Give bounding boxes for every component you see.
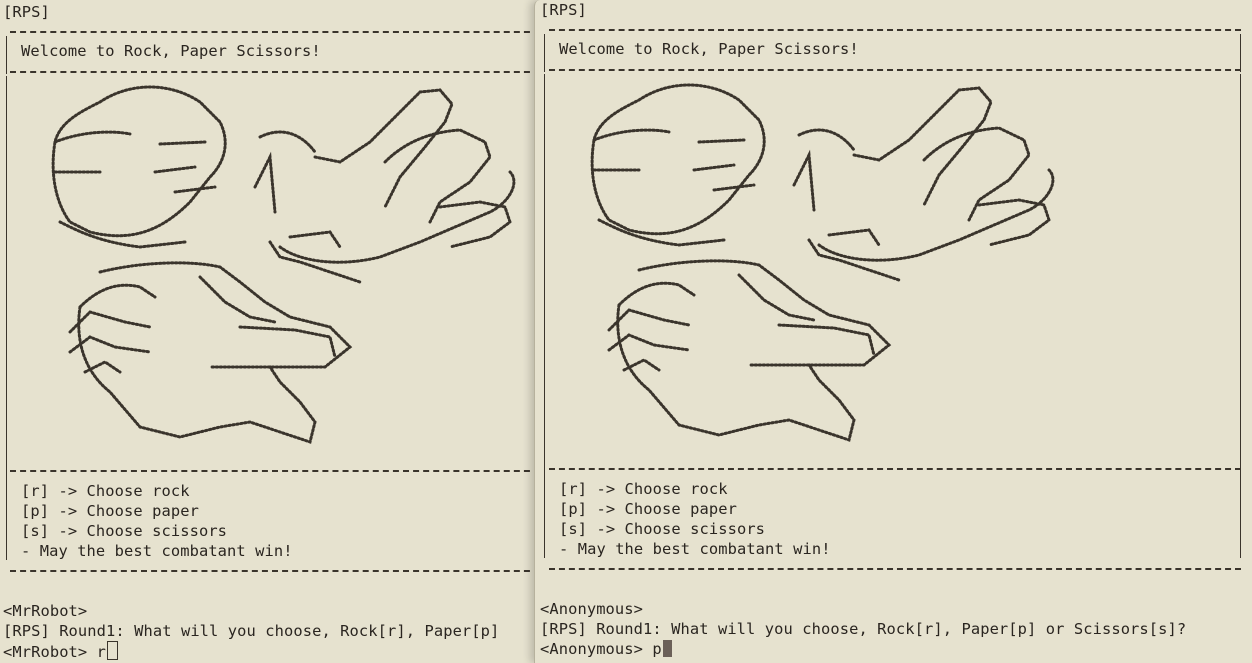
rock-paper-scissors-hand-art: [590, 83, 1055, 442]
box-left-border: [544, 34, 545, 72]
box-divider: [10, 71, 540, 73]
player-tag: <MrRobot>: [3, 602, 88, 620]
rock-paper-scissors-hand-art: [51, 85, 516, 444]
art-right-border: [1240, 74, 1241, 474]
app-tag: [RPS]: [3, 3, 50, 21]
menu-item-paper: [p] -> Choose paper: [559, 500, 737, 518]
input-prompt: <Anonymous>: [540, 640, 644, 658]
terminal-window-anonymous[interactable]: [RPS] Welcome to Rock, Paper Scissors! […: [534, 0, 1252, 663]
terminal-window-mrrobot[interactable]: [RPS] Welcome to Rock, Paper Scissors! […: [0, 0, 540, 663]
round-prompt: [RPS] Round1: What will you choose, Rock…: [540, 620, 1187, 638]
box-bottom-border: [10, 570, 540, 572]
art-left-border: [544, 74, 545, 474]
input-prompt: <MrRobot>: [3, 643, 88, 661]
menu-item-scissors: [s] -> Choose scissors: [559, 520, 766, 538]
text-cursor: [107, 641, 119, 660]
menu-left-border: [544, 474, 545, 558]
input-line[interactable]: <Anonymous> p: [540, 639, 672, 659]
player-tag: <Anonymous>: [540, 600, 644, 618]
box-top-border: [549, 29, 1241, 31]
box-divider-lower: [549, 468, 1241, 470]
menu-item-rock: [r] -> Choose rock: [559, 480, 728, 498]
menu-note: - May the best combatant win!: [21, 542, 293, 560]
app-tag: [RPS]: [540, 1, 587, 19]
menu-item-paper: [p] -> Choose paper: [21, 502, 199, 520]
input-value[interactable]: r: [97, 643, 106, 661]
box-divider: [549, 69, 1241, 71]
menu-note: - May the best combatant win!: [559, 540, 831, 558]
box-bottom-border: [549, 568, 1241, 570]
input-value[interactable]: p: [652, 640, 661, 658]
menu-item-scissors: [s] -> Choose scissors: [21, 522, 228, 540]
art-left-border: [6, 76, 7, 476]
round-prompt: [RPS] Round1: What will you choose, Rock…: [3, 622, 500, 640]
box-top-border: [10, 31, 540, 33]
box-right-border: [1240, 34, 1241, 72]
text-cursor: [662, 640, 672, 657]
box-divider-lower: [10, 470, 540, 472]
menu-left-border: [6, 476, 7, 560]
menu-item-rock: [r] -> Choose rock: [21, 482, 190, 500]
welcome-banner: Welcome to Rock, Paper Scissors!: [21, 42, 321, 60]
menu-right-border: [1240, 474, 1241, 558]
welcome-banner: Welcome to Rock, Paper Scissors!: [559, 40, 859, 58]
box-left-border: [6, 36, 7, 74]
input-line[interactable]: <MrRobot> r: [3, 641, 119, 661]
